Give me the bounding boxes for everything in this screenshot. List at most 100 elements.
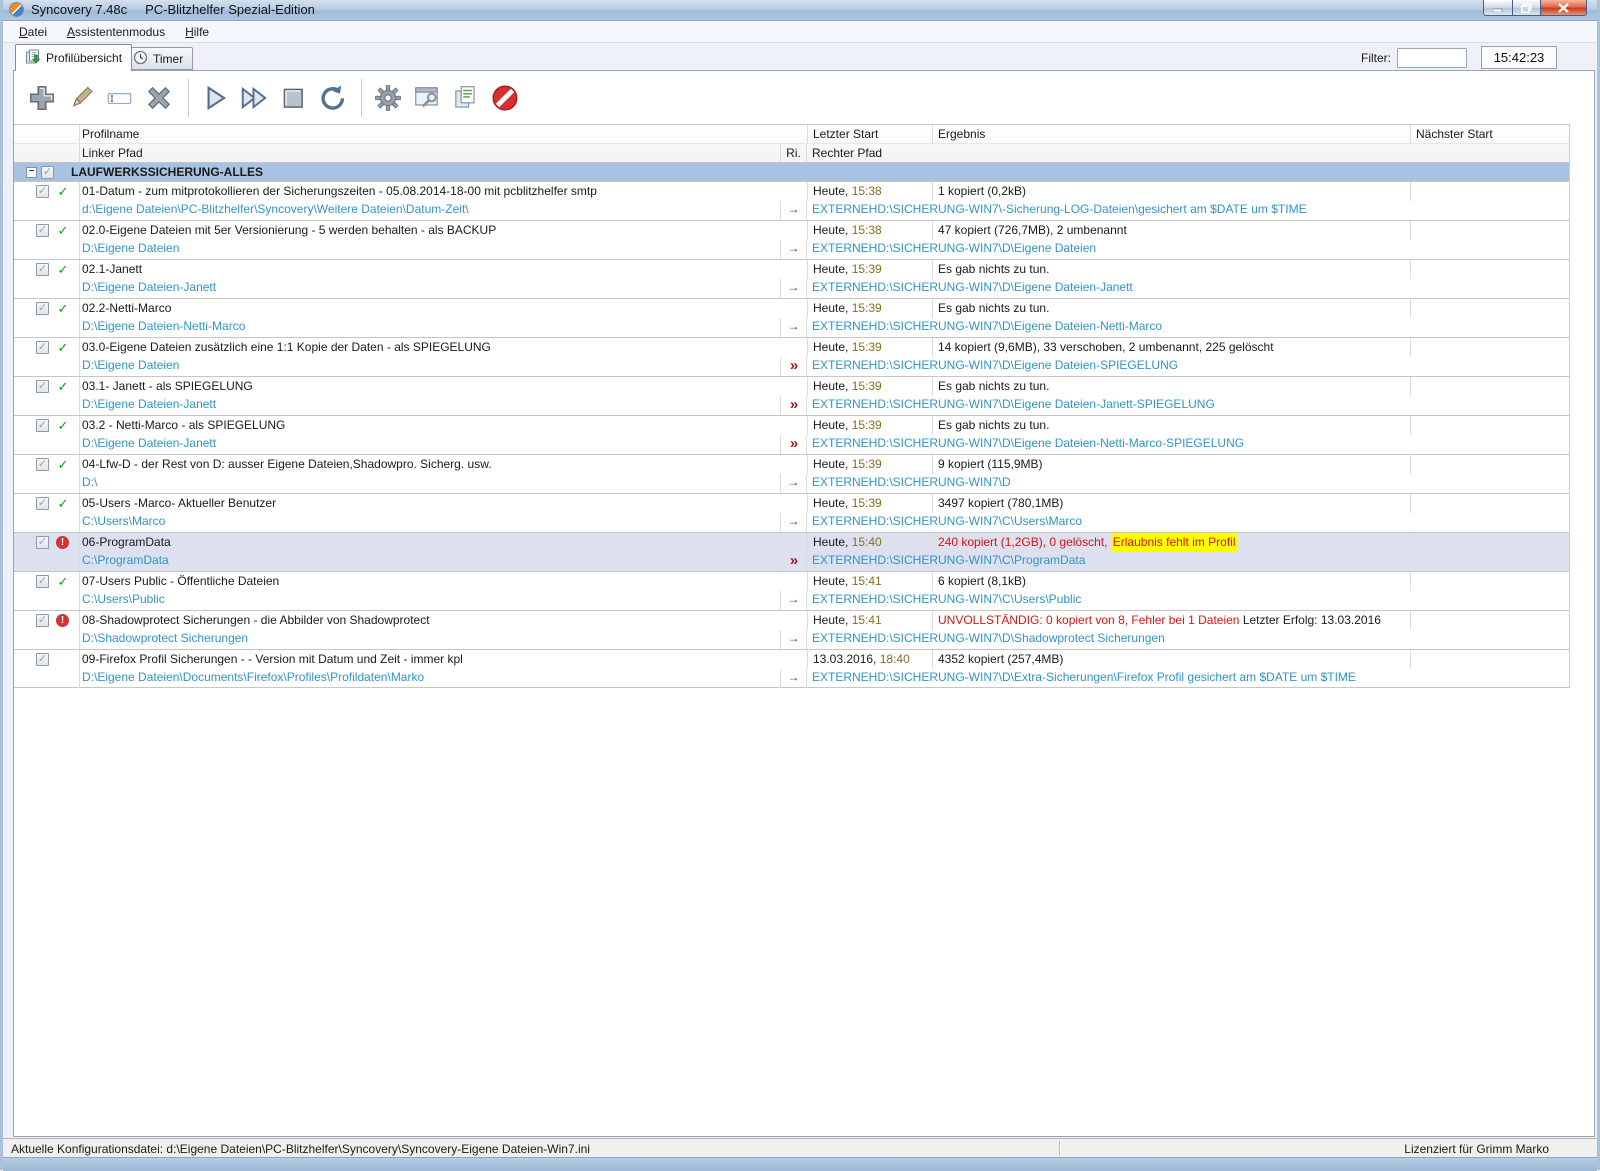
add-profile-button[interactable] (24, 79, 60, 117)
stop-button[interactable] (275, 79, 311, 117)
restore-button[interactable] (1513, 0, 1541, 16)
header-rechter-pfad[interactable]: Rechter Pfad (806, 144, 1569, 162)
collapse-expander-icon[interactable]: − (26, 167, 37, 178)
copy-documents-icon (451, 83, 481, 113)
profile-checkbox[interactable]: ✓ (36, 575, 49, 588)
profile-checkbox[interactable]: ✓ (36, 263, 49, 276)
header-ergebnis[interactable]: Ergebnis (932, 125, 1410, 143)
left-path: C:\ProgramData (79, 552, 780, 571)
filter-input[interactable] (1397, 48, 1467, 68)
group-checkbox[interactable]: ✓ (41, 166, 54, 179)
profile-checkbox[interactable]: ✓ (36, 536, 49, 549)
profile-row[interactable]: ✓ ✓ 03.0-Eigene Dateien zusätzlich eine … (14, 337, 1569, 376)
header-naechster-start[interactable]: Nächster Start (1410, 125, 1569, 143)
reload-button[interactable] (314, 79, 350, 117)
profile-overview-icon (25, 49, 41, 67)
window-bottom-frame (3, 1157, 1597, 1171)
next-start-cell (1410, 260, 1569, 279)
profile-checkbox[interactable]: ✓ (36, 419, 49, 432)
menu-item-hilfe[interactable]: Hilfe (177, 23, 217, 41)
direction-arrow-icon: » (780, 435, 806, 454)
status-ok-icon: ✓ (56, 299, 70, 318)
right-path: EXTERNEHD:\SICHERUNG-WIN7\D\Extra-Sicher… (806, 669, 1569, 688)
rename-profile-button[interactable] (102, 79, 138, 117)
right-path: EXTERNEHD:\SICHERUNG-WIN7\D\Eigene Datei… (806, 279, 1569, 298)
close-button[interactable] (1541, 0, 1587, 16)
last-start-cell: Heute, 15:39 (807, 260, 932, 279)
result-text: 1 kopiert (0,2kB) (938, 184, 1026, 198)
profile-row[interactable]: ✓ ✓ 07-Users Public - Öffentliche Dateie… (14, 571, 1569, 610)
profile-row[interactable]: ✓ ✓ 01-Datum - zum mitprotokollieren der… (14, 181, 1569, 220)
next-start-cell (1410, 338, 1569, 357)
profile-row[interactable]: ✓ ✓ 02.0-Eigene Dateien mit 5er Versioni… (14, 220, 1569, 259)
left-path: D:\Eigene Dateien-Janett (79, 435, 780, 454)
window-title: Syncovery 7.48cPC-Blitzhelfer Spezial-Ed… (31, 2, 315, 17)
profile-checkbox[interactable]: ✓ (36, 614, 49, 627)
filter-label: Filter: (1361, 51, 1391, 65)
status-ok-icon: ✓ (56, 182, 70, 201)
menu-item-datei[interactable]: Datei (11, 23, 55, 41)
header-linker-pfad[interactable]: Linker Pfad (79, 144, 780, 162)
direction-arrow-icon: → (780, 279, 806, 298)
profile-row[interactable]: ✓ 09-Firefox Profil Sicherungen - - Vers… (14, 649, 1569, 688)
tab-timer[interactable]: Timer (123, 47, 193, 70)
delete-profile-button[interactable] (141, 79, 177, 117)
left-path: d:\Eigene Dateien\PC-Blitzhelfer\Syncove… (79, 201, 780, 220)
left-path: C:\Users\Marco (79, 513, 780, 532)
profile-row[interactable]: ✓ ! 06-ProgramData Heute, 15:40 240 kopi… (14, 532, 1569, 571)
profile-row[interactable]: ✓ ✓ 03.2 - Netti-Marco - als SPIEGELUNG … (14, 415, 1569, 454)
right-path: EXTERNEHD:\SICHERUNG-WIN7\D\Shadowprotec… (806, 630, 1569, 649)
profile-row[interactable]: ✓ ! 08-Shadowprotect Sicherungen - die A… (14, 610, 1569, 649)
profile-row[interactable]: ✓ ✓ 02.2-Netti-Marco Heute, 15:39 Es gab… (14, 298, 1569, 337)
tab-profile-overview[interactable]: Profilübersicht (15, 44, 132, 71)
right-path: EXTERNEHD:\SICHERUNG-WIN7\D\Eigene Datei… (806, 240, 1569, 259)
edit-profile-button[interactable] (63, 79, 99, 117)
run-all-profiles-button[interactable] (236, 79, 272, 117)
profile-row[interactable]: ✓ ✓ 03.1- Janett - als SPIEGELUNG Heute,… (14, 376, 1569, 415)
last-start-time: 15:39 (852, 379, 882, 393)
result-highlighted-text: Erlaubnis fehlt im Profil (1111, 533, 1239, 552)
preview-button[interactable] (409, 79, 445, 117)
copy-log-button[interactable] (448, 79, 484, 117)
abort-all-button[interactable] (487, 79, 523, 117)
direction-arrow-icon: → (780, 474, 806, 493)
profile-checkbox[interactable]: ✓ (36, 341, 49, 354)
left-path: D:\Eigene Dateien-Janett (79, 396, 780, 415)
profile-checkbox[interactable]: ✓ (36, 185, 49, 198)
group-row[interactable]: − ✓ LAUFWERKSSICHERUNG-ALLES (14, 163, 1569, 181)
profile-checkbox[interactable]: ✓ (36, 380, 49, 393)
profile-row[interactable]: ✓ ✓ 04-Lfw-D - der Rest von D: ausser Ei… (14, 454, 1569, 493)
header-profilname[interactable]: Profilname (79, 125, 807, 143)
header-letzter-start[interactable]: Letzter Start (807, 125, 932, 143)
minimize-button[interactable] (1483, 0, 1513, 16)
profile-checkbox[interactable]: ✓ (36, 497, 49, 510)
left-path: D:\Eigene Dateien (79, 240, 780, 259)
rename-field-icon (105, 83, 135, 113)
profile-row[interactable]: ✓ ✓ 02.1-Janett Heute, 15:39 Es gab nich… (14, 259, 1569, 298)
settings-button[interactable] (370, 79, 406, 117)
header-ri[interactable]: Ri. (780, 144, 806, 162)
last-start-day: Heute, (813, 223, 852, 237)
last-start-time: 15:39 (852, 262, 882, 276)
last-start-cell: Heute, 15:40 (807, 533, 932, 552)
result-text: Es gab nichts zu tun. (938, 379, 1049, 393)
profile-checkbox[interactable]: ✓ (36, 302, 49, 315)
profile-name: 02.2-Netti-Marco (79, 299, 807, 318)
profile-name: 02.1-Janett (79, 260, 807, 279)
status-ok-icon: ✓ (56, 494, 70, 513)
profile-name: 06-ProgramData (79, 533, 807, 552)
result-cell: 6 kopiert (8,1kB) (932, 572, 1410, 591)
menu-item-assistentenmodus[interactable]: Assistentenmodus (59, 23, 173, 41)
last-start-day: Heute, (813, 457, 852, 471)
profile-checkbox[interactable]: ✓ (36, 224, 49, 237)
right-path: EXTERNEHD:\SICHERUNG-WIN7\D\Eigene Datei… (806, 357, 1569, 376)
next-start-cell (1410, 455, 1569, 474)
profile-checkbox[interactable]: ✓ (36, 458, 49, 471)
profile-row[interactable]: ✓ ✓ 05-Users -Marco- Aktueller Benutzer … (14, 493, 1569, 532)
profile-checkbox[interactable]: ✓ (36, 653, 49, 666)
last-start-time: 15:38 (852, 223, 882, 237)
undo-arrow-icon (317, 83, 347, 113)
last-start-day: Heute, (813, 262, 852, 276)
profile-name: 07-Users Public - Öffentliche Dateien (79, 572, 807, 591)
run-profile-button[interactable] (197, 79, 233, 117)
